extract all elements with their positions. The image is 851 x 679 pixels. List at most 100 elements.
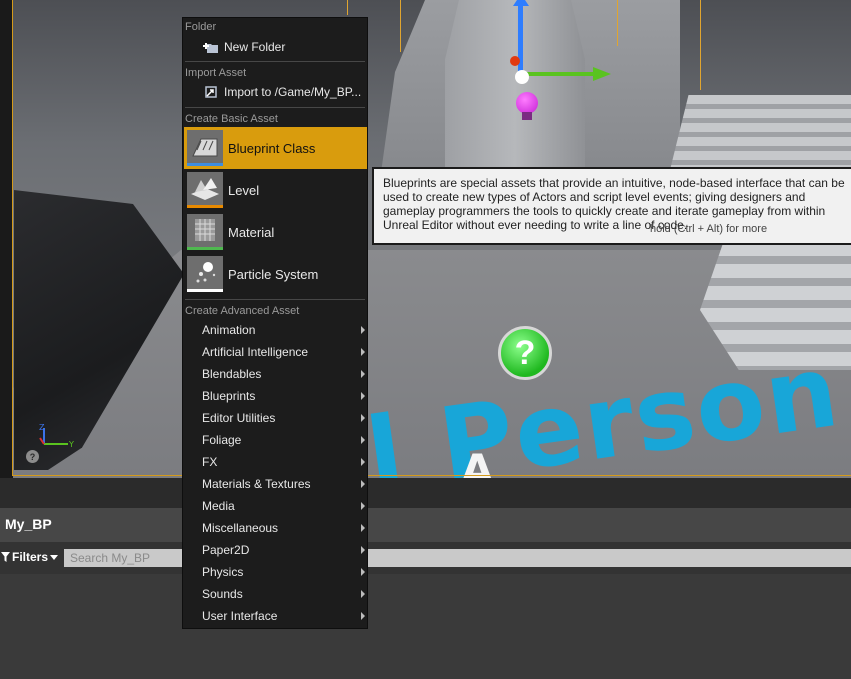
- submenu-blendables[interactable]: Blendables: [184, 363, 367, 385]
- particle-system-icon: [187, 256, 223, 292]
- point-light-icon[interactable]: [516, 92, 538, 114]
- chevron-right-icon: [361, 612, 365, 620]
- menu-item-label: Level: [228, 182, 260, 198]
- content-browser-header: My_BP: [0, 508, 851, 542]
- content-browser-toolbar: Filters: [0, 542, 851, 574]
- menu-item-new-folder[interactable]: New Folder: [184, 36, 367, 58]
- viewport-help-button[interactable]: ?: [26, 450, 39, 463]
- funnel-icon: [1, 552, 10, 562]
- menu-item-label: Blueprint Class: [228, 140, 316, 156]
- blueprint-class-icon: [187, 130, 223, 166]
- axis-widget-icon: Z Y: [39, 423, 74, 449]
- menu-item-particle-system[interactable]: Particle System: [184, 253, 367, 295]
- submenu-label: Miscellaneous: [202, 521, 279, 535]
- new-folder-icon: [202, 38, 220, 56]
- chevron-right-icon: [361, 546, 365, 554]
- submenu-label: FX: [202, 455, 218, 469]
- submenu-miscellaneous[interactable]: Miscellaneous: [184, 517, 367, 539]
- submenu-label: Media: [202, 499, 235, 513]
- viewport-text-letter: A: [461, 445, 494, 478]
- submenu-label: Blueprints: [202, 389, 256, 403]
- gizmo-center-handle[interactable]: [515, 70, 529, 84]
- submenu-label: Editor Utilities: [202, 411, 276, 425]
- submenu-label: Paper2D: [202, 543, 250, 557]
- submenu-media[interactable]: Media: [184, 495, 367, 517]
- viewport-pillar: [445, 0, 585, 170]
- submenu-paper2d[interactable]: Paper2D: [184, 539, 367, 561]
- gizmo-y-axis[interactable]: [525, 72, 595, 76]
- chevron-right-icon: [361, 502, 365, 510]
- tooltip-description: Blueprints are special assets that provi…: [383, 176, 845, 232]
- selection-line: [617, 0, 618, 46]
- submenu-label: Artificial Intelligence: [202, 345, 309, 359]
- submenu-label: Blendables: [202, 367, 262, 381]
- viewport-left-border: [0, 0, 13, 478]
- chevron-right-icon: [361, 414, 365, 422]
- submenu-label: Physics: [202, 565, 244, 579]
- point-light-base: [522, 112, 532, 120]
- submenu-sounds[interactable]: Sounds: [184, 583, 367, 605]
- submenu-label: Materials & Textures: [202, 477, 311, 491]
- question-mark-icon[interactable]: ?: [498, 326, 552, 380]
- menu-item-import[interactable]: Import to /Game/My_BP...: [184, 81, 367, 103]
- asset-type-color-bar: [187, 289, 223, 292]
- gizmo-x-handle[interactable]: [510, 56, 520, 66]
- menu-item-label: Material: [228, 224, 275, 240]
- chevron-right-icon: [361, 590, 365, 598]
- add-new-context-menu: Folder New Folder Import Asset Import to…: [182, 17, 368, 629]
- selection-line: [400, 0, 401, 52]
- submenu-fx[interactable]: FX: [184, 451, 367, 473]
- tooltip-hint: hold (Ctrl + Alt) for more: [650, 223, 768, 235]
- menu-separator: [185, 61, 365, 62]
- content-browser-title: My_BP: [5, 516, 52, 532]
- menu-item-label: New Folder: [224, 40, 286, 54]
- gizmo-y-arrow-icon[interactable]: [593, 67, 611, 81]
- axis-z-label: Z: [39, 423, 45, 432]
- level-icon: [187, 172, 223, 208]
- menu-item-material[interactable]: Material: [184, 211, 367, 253]
- chevron-right-icon: [361, 480, 365, 488]
- submenu-user-interface[interactable]: User Interface: [184, 605, 367, 627]
- chevron-right-icon: [361, 436, 365, 444]
- viewport-stairs-upper: [670, 95, 851, 170]
- content-browser-asset-area[interactable]: [0, 574, 851, 679]
- menu-item-label: Import to /Game/My_BP...: [224, 85, 362, 99]
- menu-item-blueprint-class[interactable]: Blueprint Class: [184, 127, 367, 169]
- submenu-foliage[interactable]: Foliage: [184, 429, 367, 451]
- asset-type-color-bar: [187, 163, 223, 166]
- section-header-advanced: Create Advanced Asset: [185, 305, 300, 317]
- chevron-right-icon: [361, 568, 365, 576]
- panel-divider: [0, 478, 851, 508]
- submenu-artificial-intelligence[interactable]: Artificial Intelligence: [184, 341, 367, 363]
- menu-separator: [185, 107, 365, 108]
- selection-line: [700, 0, 701, 90]
- chevron-right-icon: [361, 326, 365, 334]
- submenu-blueprints[interactable]: Blueprints: [184, 385, 367, 407]
- axis-y-label: Y: [68, 440, 74, 449]
- asset-type-color-bar: [187, 205, 223, 208]
- section-header-basic: Create Basic Asset: [185, 113, 278, 125]
- blueprint-class-tooltip: Blueprints are special assets that provi…: [372, 167, 851, 245]
- chevron-down-icon: [50, 554, 59, 560]
- section-header-folder: Folder: [185, 21, 217, 33]
- chevron-right-icon: [361, 524, 365, 532]
- submenu-label: Sounds: [202, 587, 243, 601]
- submenu-label: User Interface: [202, 609, 278, 623]
- chevron-right-icon: [361, 348, 365, 356]
- chevron-right-icon: [361, 392, 365, 400]
- submenu-label: Animation: [202, 323, 256, 337]
- import-icon: [202, 83, 220, 101]
- submenu-physics[interactable]: Physics: [184, 561, 367, 583]
- asset-type-color-bar: [187, 247, 223, 250]
- filters-button[interactable]: Filters: [1, 550, 59, 564]
- submenu-materials-textures[interactable]: Materials & Textures: [184, 473, 367, 495]
- menu-item-level[interactable]: Level: [184, 169, 367, 211]
- submenu-editor-utilities[interactable]: Editor Utilities: [184, 407, 367, 429]
- material-icon: [187, 214, 223, 250]
- filters-label: Filters: [12, 550, 49, 564]
- menu-separator: [185, 299, 365, 300]
- selection-line: [347, 0, 348, 15]
- submenu-animation[interactable]: Animation: [184, 319, 367, 341]
- chevron-right-icon: [361, 458, 365, 466]
- menu-item-label: Particle System: [228, 266, 319, 282]
